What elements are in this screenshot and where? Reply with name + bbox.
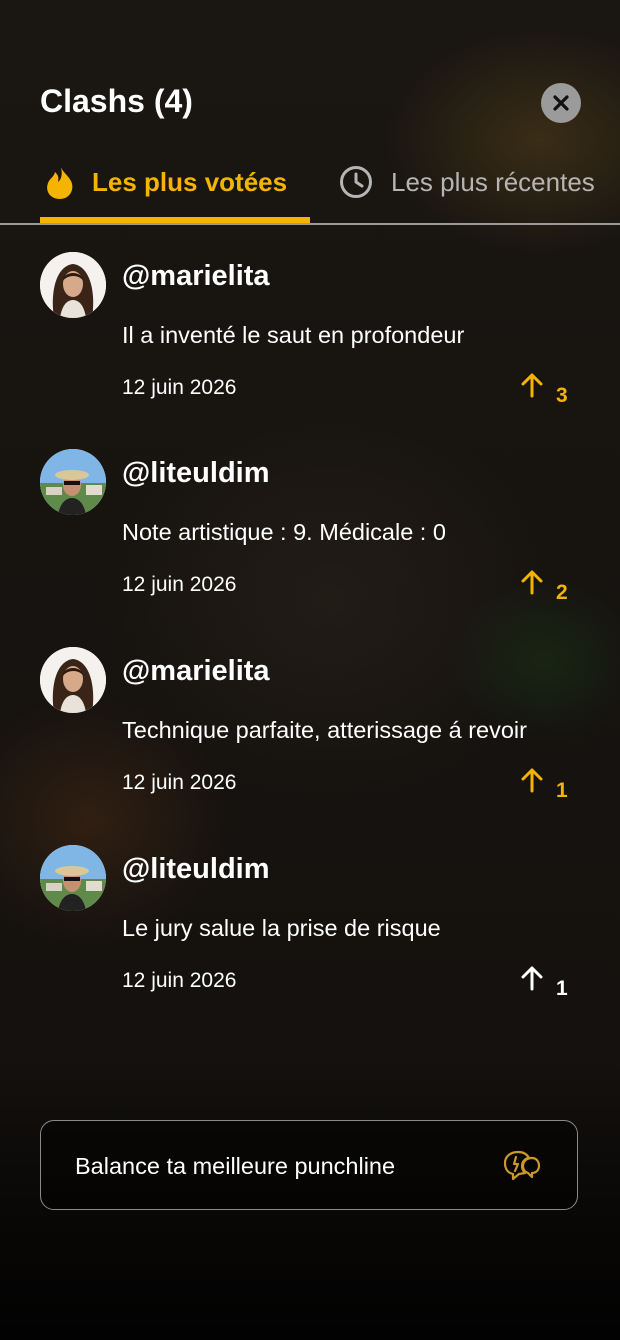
comment-username[interactable]: @marielita	[122, 655, 270, 688]
comment-item: @marielita Il a inventé le saut en profo…	[0, 252, 620, 432]
tab-bar: Les plus votées Les plus récentes	[0, 160, 620, 225]
arrow-up-icon	[521, 768, 543, 793]
comment-username[interactable]: @liteuldim	[122, 457, 270, 490]
comment-text: Note artistique : 9. Médicale : 0	[122, 519, 446, 545]
arrow-up-icon	[521, 373, 543, 398]
punchline-input[interactable]: Balance ta meilleure punchline	[40, 1120, 578, 1210]
tab-most-recent[interactable]: Les plus récentes	[339, 160, 595, 204]
comment-date: 12 juin 2026	[122, 573, 237, 596]
vote-count: 1	[556, 977, 568, 1000]
punchline-input-placeholder: Balance ta meilleure punchline	[75, 1153, 396, 1179]
upvote-button[interactable]: 2	[520, 569, 568, 609]
avatar[interactable]	[40, 252, 106, 318]
tab-most-recent-label: Les plus récentes	[391, 166, 595, 197]
clock-icon	[340, 166, 372, 198]
comment-date: 12 juin 2026	[122, 376, 237, 399]
punchline-bubbles-icon[interactable]	[501, 1147, 541, 1183]
clashs-panel: Clashs (4) Les plus votées Les plus réce…	[0, 0, 620, 1340]
avatar[interactable]	[40, 845, 106, 911]
avatar[interactable]	[40, 449, 106, 515]
vote-count: 3	[556, 384, 568, 407]
comment-text: Le jury salue la prise de risque	[122, 915, 441, 941]
tab-most-voted-label: Les plus votées	[92, 166, 288, 197]
arrow-up-icon	[521, 966, 543, 991]
close-button[interactable]	[541, 83, 581, 123]
comment-date: 12 juin 2026	[122, 771, 237, 794]
comment-text: Il a inventé le saut en profondeur	[122, 322, 465, 348]
upvote-button[interactable]: 1	[520, 965, 568, 1005]
comment-username[interactable]: @marielita	[122, 260, 270, 293]
vote-count: 2	[556, 581, 568, 604]
vote-count: 1	[556, 779, 568, 802]
tab-most-voted[interactable]: Les plus votées	[44, 160, 287, 204]
comment-item: @liteuldim Le jury salue la prise de ris…	[0, 845, 620, 1025]
comment-text: Technique parfaite, atterissage á revoir	[122, 717, 527, 743]
upvote-button[interactable]: 1	[520, 767, 568, 807]
upvote-button[interactable]: 3	[520, 372, 568, 412]
comment-item: @liteuldim Note artistique : 9. Médicale…	[0, 449, 620, 629]
flame-icon	[47, 165, 73, 199]
page-title: Clashs (4)	[40, 83, 193, 119]
tabs-divider	[0, 223, 620, 225]
close-icon	[553, 95, 569, 111]
comment-item: @marielita Technique parfaite, atterissa…	[0, 647, 620, 827]
comment-date: 12 juin 2026	[122, 969, 237, 992]
avatar[interactable]	[40, 647, 106, 713]
comment-username[interactable]: @liteuldim	[122, 853, 270, 886]
arrow-up-icon	[521, 570, 543, 595]
